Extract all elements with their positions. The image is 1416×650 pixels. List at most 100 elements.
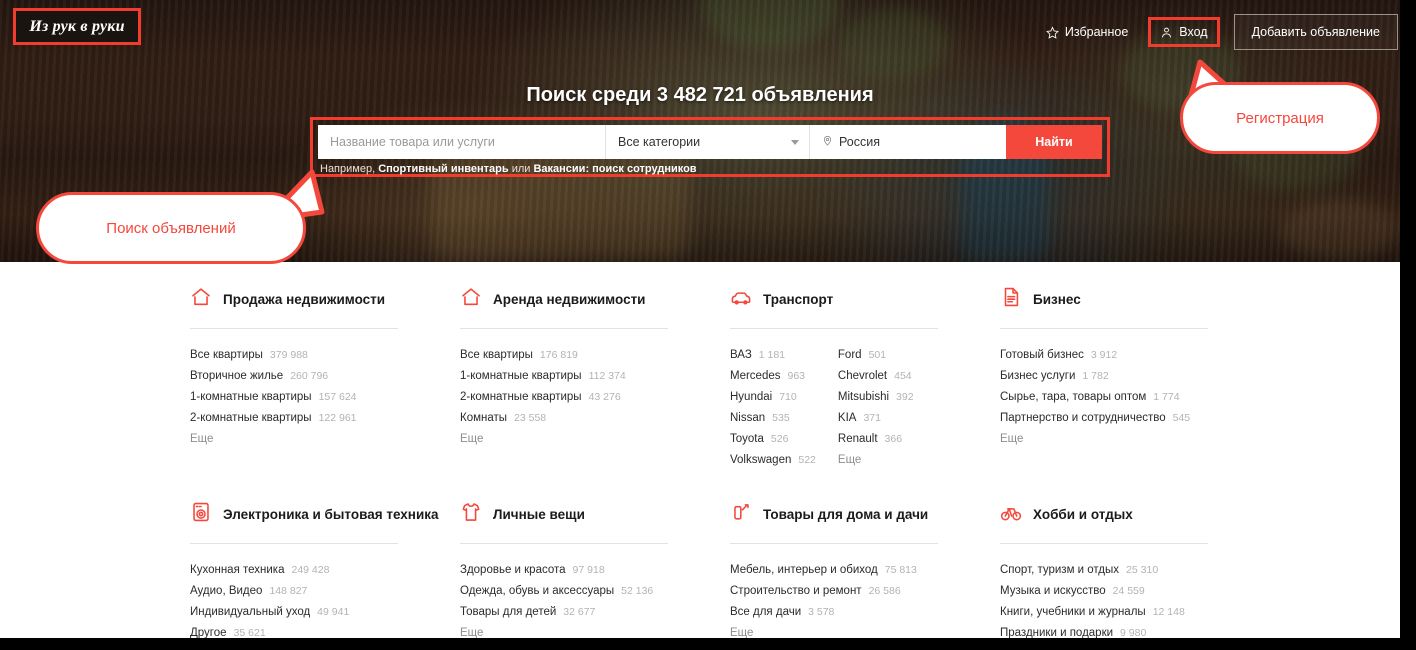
category-item-count: 49 941 [317,606,350,618]
car-icon [730,286,752,313]
category-item[interactable]: Chevrolet 454 [838,366,914,387]
callout-registration-label: Регистрация [1236,109,1324,127]
category-item[interactable]: 2-комнатные квартиры 43 276 [460,387,626,408]
category-item[interactable]: Вторичное жилье 260 796 [190,366,357,387]
search-submit-button[interactable]: Найти [1006,125,1102,159]
category-item[interactable]: Книги, учебники и журналы 12 148 [1000,602,1185,623]
category-more-link[interactable]: Еще [460,429,626,450]
add-ad-button[interactable]: Добавить объявление [1233,14,1398,50]
category-item[interactable]: Кухонная техника 249 428 [190,560,349,581]
category-item-label: Все квартиры [460,349,533,361]
category-column: Транспорт ВАЗ 1 181 Mercedes 963 Hyundai 710 Ni… [730,284,1000,471]
category-subcolumn: Здоровье и красота 97 918 Одежда, обувь и … [460,560,653,644]
category-item[interactable]: KIA 371 [838,408,914,429]
category-select[interactable]: Все категории [606,125,810,159]
category-item[interactable]: Музыка и искусство 24 559 [1000,581,1185,602]
category-item[interactable]: Volkswagen 522 [730,450,816,471]
category-item[interactable]: ВАЗ 1 181 [730,345,816,366]
category-item[interactable]: Все для дачи 3 578 [730,602,917,623]
category-item[interactable]: Комнаты 23 558 [460,408,626,429]
category-item[interactable]: 2-комнатные квартиры 122 961 [190,408,357,429]
category-item-label: Строительство и ремонт [730,585,862,597]
category-item-label: Мебель, интерьер и обиход [730,564,878,576]
category-more-link[interactable]: Еще [190,429,357,450]
category-header[interactable]: Транспорт [730,284,974,314]
chevron-down-icon [791,139,799,145]
category-item[interactable]: Mercedes 963 [730,366,816,387]
category-item-list: ВАЗ 1 181 Mercedes 963 Hyundai 710 Nissan 535 To… [730,345,974,471]
category-item[interactable]: Renault 366 [838,429,914,450]
category-item-count: 3 912 [1090,349,1118,361]
category-more-link[interactable]: Еще [838,450,914,471]
category-header[interactable]: Электроника и бытовая техника [190,499,439,529]
favorites-link[interactable]: Избранное [1036,18,1138,46]
category-item[interactable]: Hyundai 710 [730,387,816,408]
category-header[interactable]: Бизнес [1000,284,1244,314]
category-item[interactable]: Товары для детей 32 677 [460,602,653,623]
user-icon [1160,26,1173,39]
category-item[interactable]: Toyota 526 [730,429,816,450]
category-header[interactable]: Продажа недвижимости [190,284,434,314]
search-input[interactable]: Название товара или услуги [318,125,606,159]
category-header[interactable]: Аренда недвижимости [460,284,704,314]
category-item[interactable]: 1-комнатные квартиры 112 374 [460,366,626,387]
category-item[interactable]: Все квартиры 379 988 [190,345,357,366]
category-item-label: Музыка и искусство [1000,585,1106,597]
tshirt-icon [460,501,482,528]
category-item[interactable]: Спорт, туризм и отдых 25 310 [1000,560,1185,581]
login-label: Вход [1179,25,1208,39]
category-item[interactable]: 1-комнатные квартиры 157 624 [190,387,357,408]
site-logo[interactable]: Из рук в руки [13,8,141,45]
category-item-count: 32 677 [563,606,596,618]
category-item[interactable]: Бизнес услуги 1 782 [1000,366,1190,387]
category-item-count: 24 559 [1112,585,1145,597]
category-subcolumn: ВАЗ 1 181 Mercedes 963 Hyundai 710 Nissan 535 To… [730,345,816,471]
category-item[interactable]: Сырье, тара, товары оптом 1 774 [1000,387,1190,408]
category-item-count: 545 [1172,412,1191,424]
location-input[interactable]: Россия [810,125,1006,159]
category-item-count: 23 558 [514,412,547,424]
category-item-label: Все квартиры [190,349,263,361]
category-item[interactable]: Готовый бизнес 3 912 [1000,345,1190,366]
category-item-label: Книги, учебники и журналы [1000,606,1146,618]
category-item-list: Спорт, туризм и отдых 25 310 Музыка и иску… [1000,560,1244,650]
category-subcolumn: Спорт, туризм и отдых 25 310 Музыка и иску… [1000,560,1185,650]
category-item-label: Бизнес услуги [1000,370,1076,382]
category-column: Электроника и бытовая техника Кухонная те… [190,499,460,650]
category-header[interactable]: Личные вещи [460,499,704,529]
callout-search-label: Поиск объявлений [106,219,236,237]
category-item-label: Ford [837,349,862,361]
category-item-label: Mercedes [730,370,781,382]
category-item[interactable]: Строительство и ремонт 26 586 [730,581,917,602]
category-item[interactable]: Аудио, Видео 148 827 [190,581,349,602]
category-item-count: 501 [868,349,887,361]
category-item[interactable]: Одежда, обувь и аксессуары 52 136 [460,581,653,602]
hint-link-vacancies[interactable]: Вакансии: поиск сотрудников [533,163,696,175]
category-title: Транспорт [763,291,834,307]
category-item[interactable]: Партнерство и сотрудничество 545 [1000,408,1190,429]
category-item-count: 52 136 [621,585,654,597]
category-item-count: 1 181 [758,349,786,361]
category-item-label: 1-комнатные квартиры [190,391,312,403]
header-actions: Избранное Вход Добавить объявление [1036,14,1398,50]
category-item[interactable]: Мебель, интерьер и обиход 75 813 [730,560,917,581]
category-item-label: Сырье, тара, товары оптом [1000,391,1147,403]
hint-link-sport[interactable]: Спортивный инвентарь [378,163,508,175]
category-item-count: 157 624 [318,391,357,403]
category-item[interactable]: Все квартиры 176 819 [460,345,626,366]
category-select-label: Все категории [618,135,701,149]
category-header[interactable]: Товары для дома и дачи [730,499,974,529]
category-item[interactable]: Mitsubishi 392 [838,387,914,408]
category-item[interactable]: Ford 501 [838,345,914,366]
category-item[interactable]: Индивидуальный уход 49 941 [190,602,349,623]
category-item-count: 522 [798,454,816,466]
category-item-label: Кухонная техника [190,564,285,576]
category-title: Продажа недвижимости [223,291,386,307]
login-link[interactable]: Вход [1151,20,1216,44]
category-item[interactable]: Здоровье и красота 97 918 [460,560,653,581]
search-bar: Название товара или услуги Все категории… [318,125,1102,159]
category-more-link[interactable]: Еще [1000,429,1190,450]
category-item[interactable]: Nissan 535 [730,408,816,429]
category-divider [460,328,668,329]
category-header[interactable]: Хобби и отдых [1000,499,1244,529]
